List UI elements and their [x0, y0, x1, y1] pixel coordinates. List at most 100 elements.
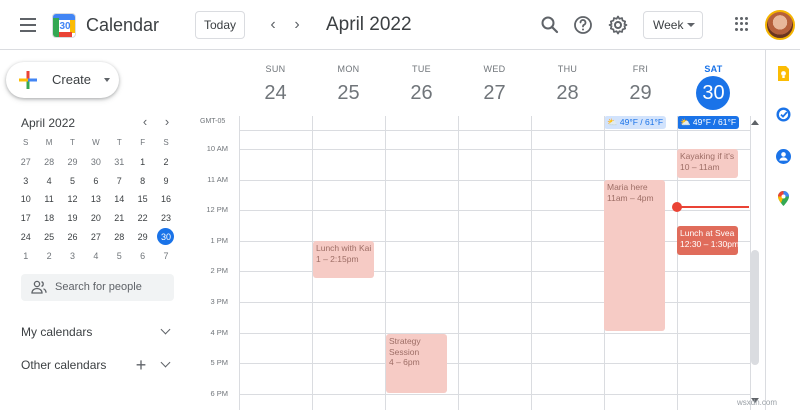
mini-calendar-day[interactable]: 31 — [108, 153, 131, 172]
day-header-mon[interactable]: MON 25 — [312, 64, 385, 105]
mini-calendar-day[interactable]: 27 — [84, 228, 107, 247]
mini-calendar-day[interactable]: 4 — [84, 247, 107, 266]
help-icon[interactable] — [571, 13, 595, 37]
event-lunch-at-svea[interactable]: Lunch at Svea 12:30 – 1:30pm — [677, 226, 738, 255]
mini-calendar-day[interactable]: 3 — [14, 172, 37, 191]
logo-number: 30 — [59, 21, 71, 32]
mini-calendar-day[interactable]: 5 — [108, 247, 131, 266]
day-header-fri[interactable]: FRI 29 — [604, 64, 677, 105]
day-header-thu[interactable]: THU 28 — [531, 64, 604, 105]
mini-calendar-day[interactable]: 16 — [154, 190, 177, 209]
mini-calendar-next-button[interactable]: › — [159, 114, 175, 130]
event-maria-here[interactable]: Maria here 11am – 4pm — [604, 180, 665, 331]
google-apps-icon[interactable] — [735, 17, 749, 31]
hour-gridline — [239, 363, 751, 365]
mini-calendar-day[interactable]: 28 — [108, 228, 131, 247]
mini-calendar-day[interactable]: 18 — [37, 209, 60, 228]
grid-scrollbar-thumb[interactable] — [751, 250, 759, 365]
mini-calendar-day-number: 1 — [140, 156, 146, 167]
mini-calendar-day[interactable]: 11 — [37, 190, 60, 209]
maps-icon[interactable] — [775, 190, 792, 207]
mini-calendar-day[interactable]: 7 — [154, 247, 177, 266]
event-title: Lunch with Kai — [316, 243, 372, 253]
mini-calendar-day[interactable]: 22 — [131, 209, 154, 228]
day-header-tue[interactable]: TUE 26 — [385, 64, 458, 105]
previous-week-button[interactable]: ‹ — [263, 14, 283, 36]
event-time: 10 – 11am — [680, 161, 720, 172]
day-header-sat[interactable]: SAT 30 — [677, 64, 750, 105]
mini-calendar-day[interactable]: 20 — [84, 209, 107, 228]
mini-calendar-day[interactable]: 4 — [37, 172, 60, 191]
mini-calendar-day[interactable]: 17 — [14, 209, 37, 228]
mini-calendar-day[interactable]: 8 — [131, 172, 154, 191]
mini-calendar-day-number: 31 — [114, 156, 125, 167]
mini-calendar-weekday: S — [23, 138, 29, 147]
event-lunch-with-kai[interactable]: Lunch with Kai 1 – 2:15pm — [313, 241, 374, 278]
mini-calendar-day[interactable]: 1 — [14, 247, 37, 266]
mini-calendar-day[interactable]: 28 — [37, 153, 60, 172]
keep-notes-icon[interactable] — [775, 65, 792, 82]
mini-calendar-day[interactable]: 27 — [14, 153, 37, 172]
search-icon[interactable] — [538, 13, 562, 37]
mini-calendar-day[interactable]: 9 — [154, 172, 177, 191]
mini-calendar-day[interactable]: 2 — [37, 247, 60, 266]
mini-calendar-day[interactable]: 2 — [154, 153, 177, 172]
day-number[interactable]: 30 — [677, 81, 750, 105]
hour-gridline — [239, 179, 751, 181]
main-menu-icon[interactable] — [14, 14, 42, 36]
mini-calendar-day[interactable]: 7 — [108, 172, 131, 191]
mini-calendar-day[interactable]: 13 — [84, 190, 107, 209]
mini-calendar-day[interactable]: 29 — [131, 228, 154, 247]
settings-gear-icon[interactable] — [606, 13, 630, 37]
add-other-calendar-button[interactable]: + — [134, 356, 148, 374]
mini-calendar-prev-button[interactable]: ‹ — [137, 114, 153, 130]
view-select-dropdown[interactable]: Week — [643, 11, 703, 39]
mini-calendar-day[interactable]: 12 — [61, 190, 84, 209]
mini-calendar-day[interactable]: 30 — [84, 153, 107, 172]
mini-calendar-day[interactable]: 23 — [154, 209, 177, 228]
day-number[interactable]: 25 — [312, 81, 385, 105]
mini-calendar-day[interactable]: 25 — [37, 228, 60, 247]
mini-calendar-day[interactable]: 29 — [61, 153, 84, 172]
day-number[interactable]: 28 — [531, 81, 604, 105]
mini-calendar-day-number: 25 — [44, 231, 55, 242]
mini-calendar-day[interactable]: 21 — [108, 209, 131, 228]
event-strategy-session[interactable]: Strategy Session 4 – 6pm — [386, 334, 447, 393]
day-number[interactable]: 27 — [458, 81, 531, 105]
account-avatar[interactable] — [765, 10, 795, 40]
create-button-label: Create — [52, 72, 92, 87]
next-week-button[interactable]: › — [287, 14, 307, 36]
mini-calendar-day[interactable]: 10 — [14, 190, 37, 209]
today-button[interactable]: Today — [195, 11, 245, 39]
event-kayaking[interactable]: Kayaking if it's 10 – 11am — [677, 149, 738, 178]
mini-calendar-day-number: 12 — [67, 194, 78, 205]
mini-calendar-day[interactable]: 15 — [131, 190, 154, 209]
mini-calendar-week-row: 27 28 29 30 31 1 2 — [14, 153, 178, 172]
mini-calendar-day[interactable]: 5 — [61, 172, 84, 191]
create-button[interactable]: Create — [6, 62, 119, 98]
mini-calendar-day[interactable]: 6 — [131, 247, 154, 266]
day-number[interactable]: 26 — [385, 81, 458, 105]
mini-calendar-day[interactable]: 3 — [61, 247, 84, 266]
mini-calendar-day[interactable]: 6 — [84, 172, 107, 191]
day-header-sun[interactable]: SUN 24 — [239, 64, 312, 105]
my-calendars-chevron-icon[interactable] — [160, 324, 171, 335]
day-number[interactable]: 29 — [604, 81, 677, 105]
other-calendars-chevron-icon[interactable] — [160, 357, 171, 368]
mini-calendar-day[interactable]: 26 — [61, 228, 84, 247]
mini-calendar-weekday: S — [163, 138, 169, 147]
mini-calendar-day[interactable]: 24 — [14, 228, 37, 247]
scroll-up-arrow-icon[interactable] — [751, 120, 759, 125]
mini-calendar-day[interactable]: 1 — [131, 153, 154, 172]
mini-calendar-day[interactable]: 19 — [61, 209, 84, 228]
contacts-icon[interactable] — [775, 148, 792, 165]
mini-calendar-day-number: 1 — [23, 250, 29, 261]
mini-calendar-day[interactable]: 14 — [108, 190, 131, 209]
search-people-field[interactable]: Search for people — [21, 274, 174, 301]
mini-calendar-weekday: W — [92, 138, 100, 147]
tasks-icon[interactable] — [775, 106, 792, 123]
day-number[interactable]: 24 — [239, 81, 312, 105]
day-header-wed[interactable]: WED 27 — [458, 64, 531, 105]
mini-calendar-day-number: 2 — [163, 156, 169, 167]
mini-calendar-day[interactable]: 30 — [154, 227, 177, 247]
